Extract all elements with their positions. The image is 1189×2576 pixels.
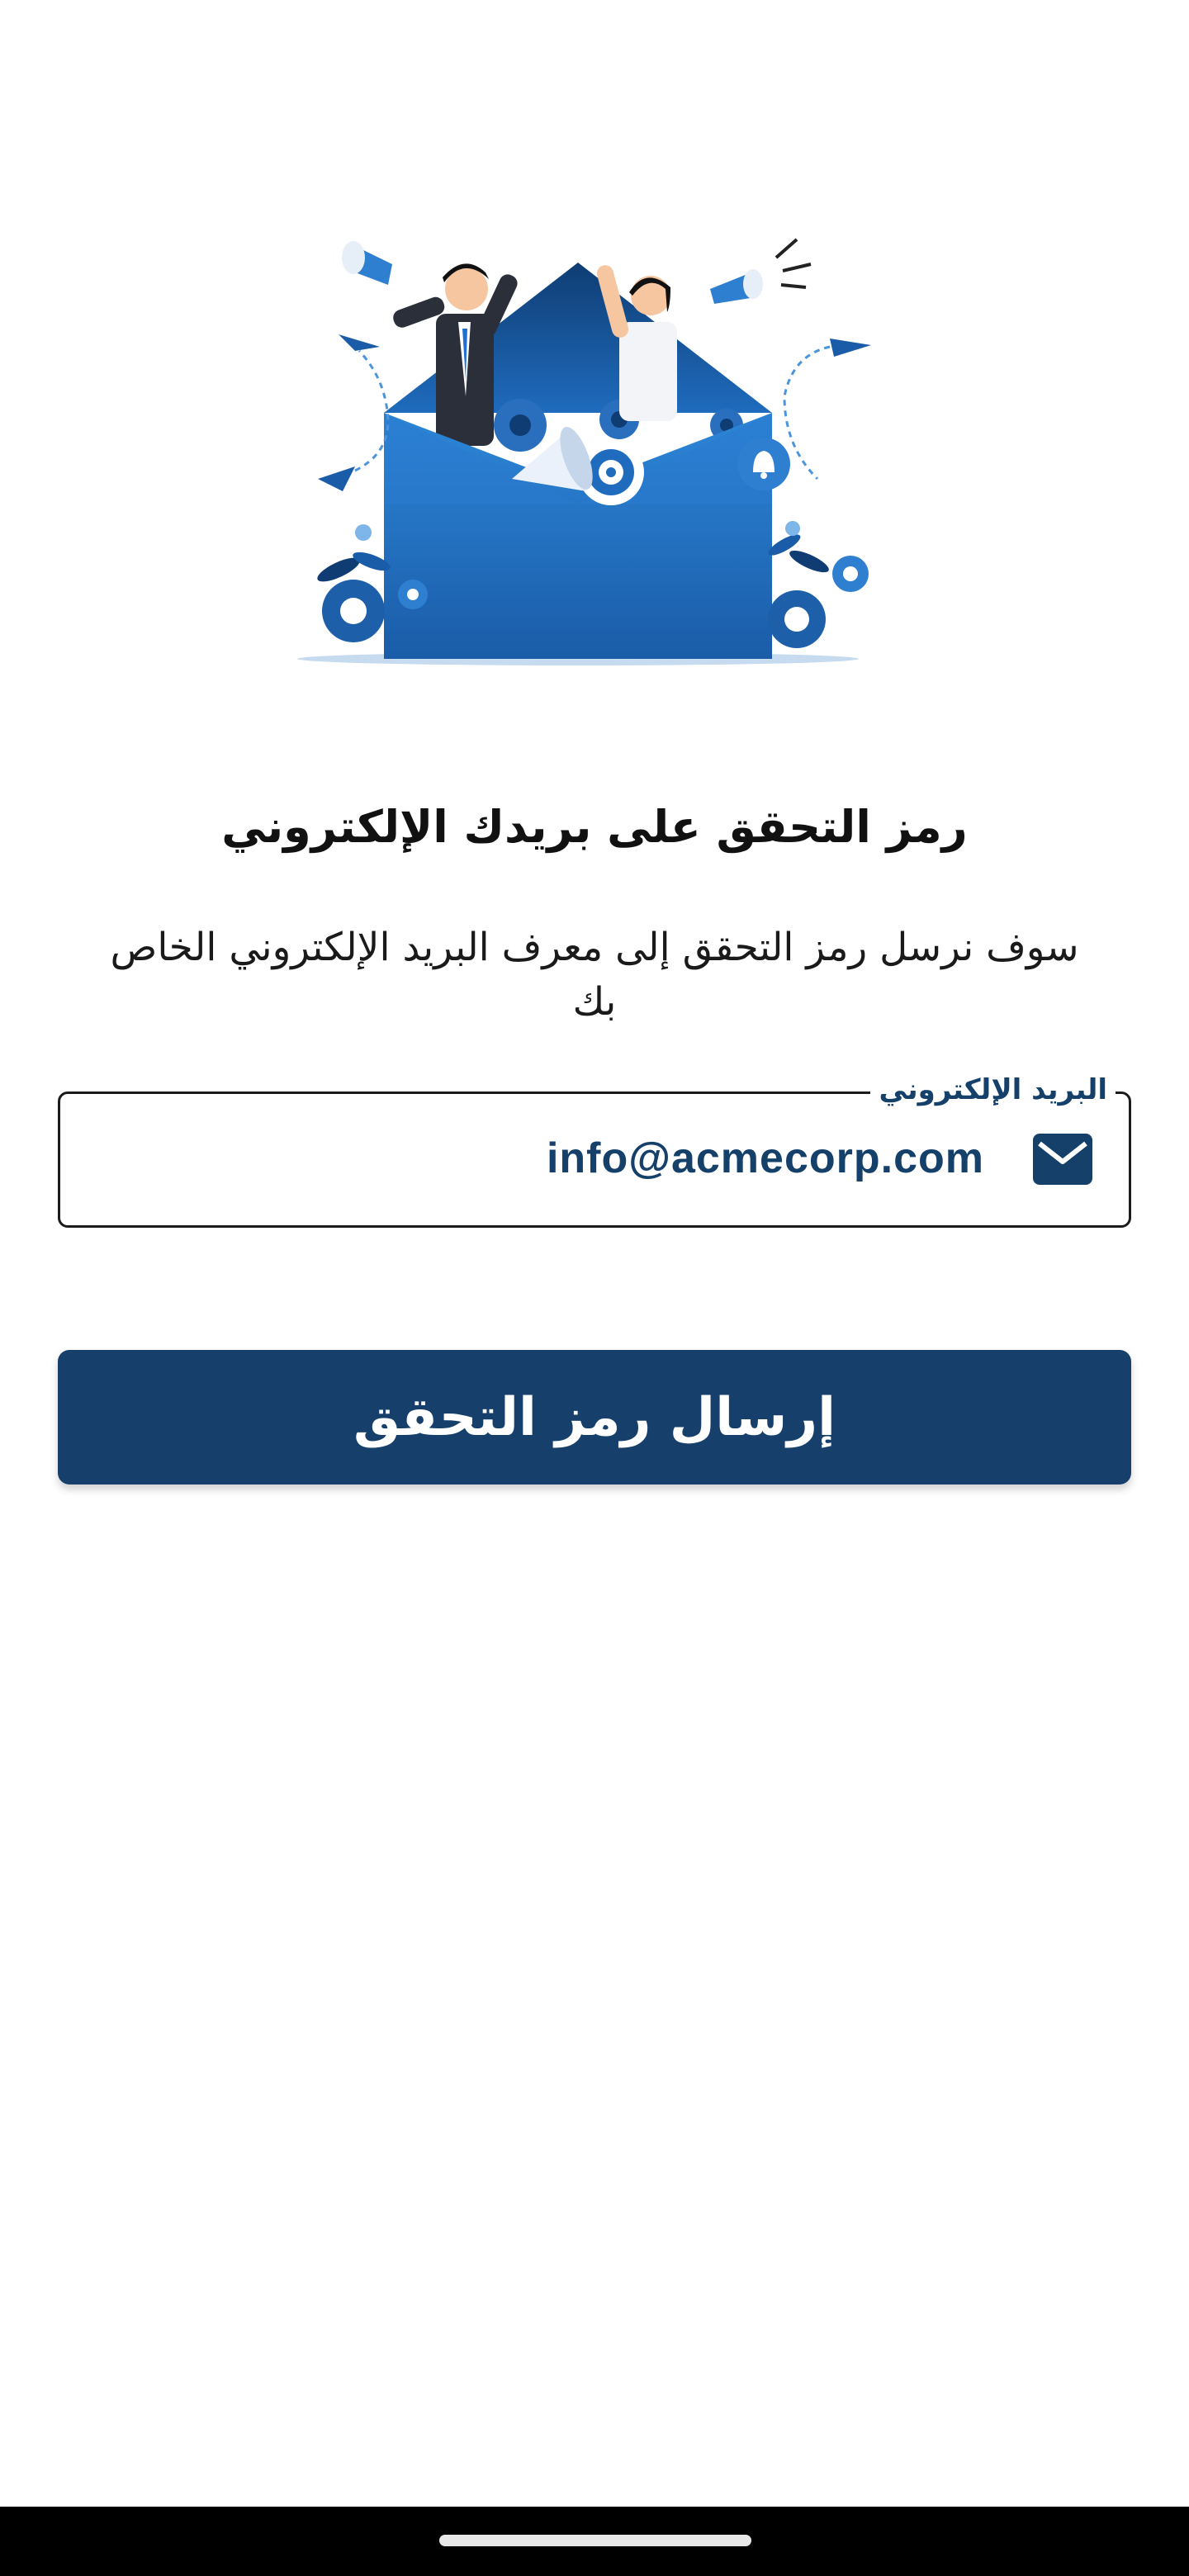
page-subtitle: سوف نرسل رمز التحقق إلى معرف البريد الإل… (110, 925, 1079, 1025)
system-navigation-bar (0, 2507, 1189, 2576)
mail-icon (1033, 1134, 1092, 1185)
send-button-label: إرسال رمز التحقق (353, 1386, 836, 1448)
email-field[interactable]: البريد الإلكتروني info@acmecorp.com (58, 1071, 1131, 1228)
hero-illustration (248, 206, 892, 669)
email-input[interactable]: info@acmecorp.com (547, 1125, 984, 1191)
email-field-label: البريد الإلكتروني (870, 1071, 1116, 1109)
home-indicator[interactable] (439, 2535, 751, 2546)
send-verification-code-button[interactable]: إرسال رمز التحقق (58, 1350, 1131, 1485)
page-title: رمز التحقق على بريدك الإلكتروني (221, 801, 968, 853)
